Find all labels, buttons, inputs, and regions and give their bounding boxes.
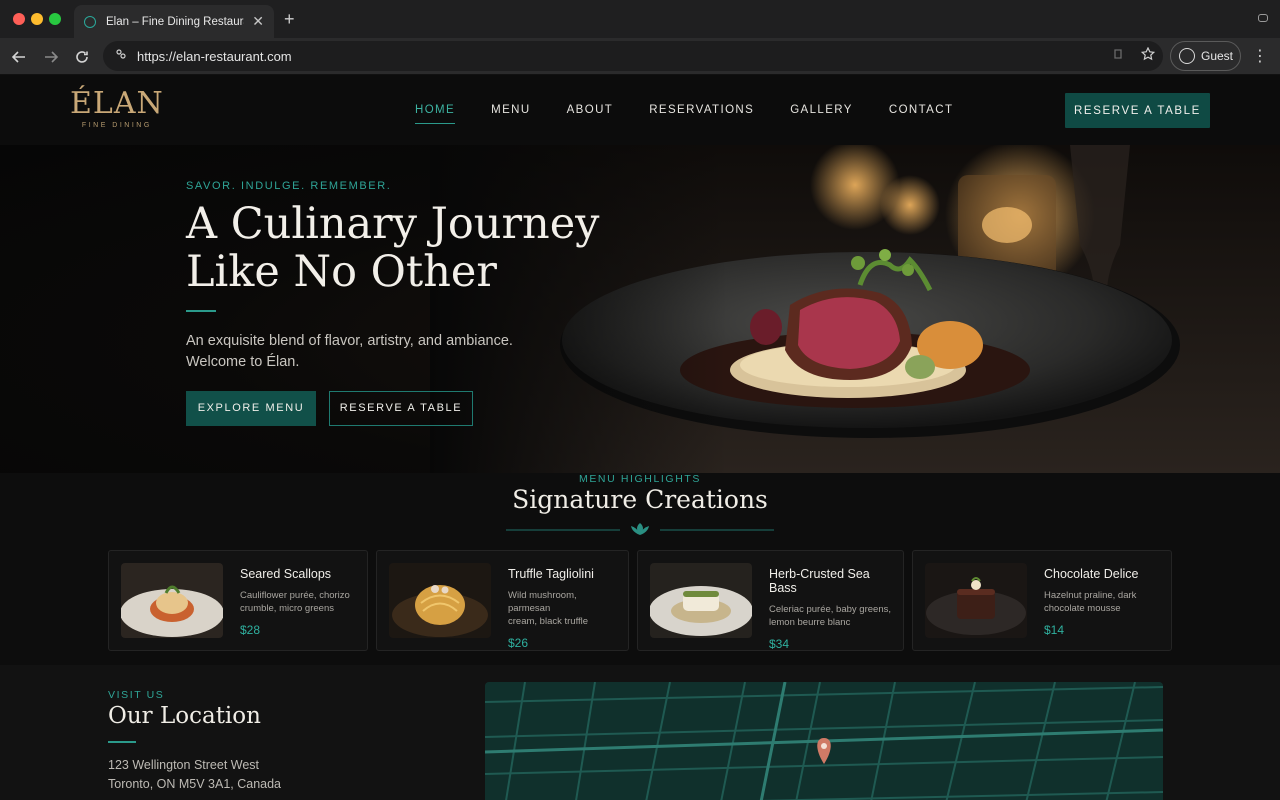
leaf-divider <box>506 523 774 535</box>
tab-search-icon[interactable] <box>1258 14 1268 22</box>
tab-title: Élan – Fine Dining Restaurant <box>106 15 245 28</box>
nav-reservations[interactable]: RESERVATIONS <box>649 104 754 124</box>
hero-title-line-1: A Culinary Journey <box>186 199 600 249</box>
menu-item-description: Cauliflower purée, chorizo crumble, micro… <box>240 590 350 614</box>
nav-gallery[interactable]: GALLERY <box>790 104 853 124</box>
menu-item-price: $28 <box>240 623 261 637</box>
hero-title: A Culinary Journey Like No Other <box>186 200 606 296</box>
main-navigation: HOME MENU ABOUT RESERVATIONS GALLERY CON… <box>415 104 953 124</box>
hero-divider <box>186 310 216 312</box>
explore-menu-button[interactable]: EXPLORE MENU <box>186 390 316 426</box>
profile-label: Guest <box>1201 49 1234 63</box>
omnibox[interactable]: https://elan-restaurant.com <box>103 41 1163 71</box>
website-viewport: ÉLAN FINE DINING HOME MENU ABOUT RESERVA… <box>0 75 1280 800</box>
hero-subtitle: An exquisite blend of flavor, artistry, … <box>186 331 606 373</box>
forward-arrow-icon[interactable] <box>40 46 62 68</box>
location-map[interactable] <box>485 682 1163 800</box>
hero-subtitle-line-1: An exquisite blend of flavor, artistry, … <box>186 332 513 349</box>
logo-tagline: FINE DINING <box>81 122 152 129</box>
close-tab-icon[interactable]: ✕ <box>252 13 264 30</box>
header-reserve-button[interactable]: RESERVE A TABLE <box>1065 93 1210 128</box>
hero-section: SAVOR. INDULGE. REMEMBER. A Culinary Jou… <box>0 145 1280 473</box>
address-line-2: Toronto, ON M5V 3A1, Canada <box>108 777 282 791</box>
site-header: ÉLAN FINE DINING HOME MENU ABOUT RESERVA… <box>0 75 1280 145</box>
hero-eyebrow: SAVOR. INDULGE. REMEMBER. <box>186 180 392 192</box>
site-info-icon[interactable] <box>115 47 127 65</box>
nav-contact[interactable]: CONTACT <box>889 104 954 124</box>
url-text[interactable]: https://elan-restaurant.com <box>137 49 292 64</box>
favicon-icon <box>84 15 96 28</box>
menu-kebab-icon[interactable]: ⋮ <box>1252 46 1268 66</box>
location-title: Our Location <box>108 703 261 729</box>
highlights-title: Signature Creations <box>512 485 768 514</box>
leaf-icon <box>631 523 649 535</box>
hero-subtitle-line-2: Welcome to Élan. <box>186 353 300 370</box>
menu-item-name: Chocolate Delice <box>1044 567 1139 581</box>
menu-item-name: Herb-Crusted Sea Bass <box>769 567 870 595</box>
hero-buttons: EXPLORE MENU RESERVE A TABLE <box>186 390 606 426</box>
menu-highlights-section: MENU HIGHLIGHTS Signature Creations Sear… <box>0 473 1280 665</box>
menu-item-price: $14 <box>1044 623 1065 637</box>
herb-crusted-sea-bass-photo <box>650 563 752 638</box>
address: 123 Wellington Street West Toronto, ON M… <box>108 756 281 794</box>
menu-item-name: Truffle Tagliolini <box>508 567 594 581</box>
minimize-window-button[interactable] <box>31 13 43 25</box>
menu-card-chocolate-delice[interactable]: Chocolate Delice Hazelnut praline, dark c… <box>912 550 1172 651</box>
nav-about[interactable]: ABOUT <box>567 104 614 124</box>
extension-icon[interactable] <box>1111 47 1125 64</box>
menu-card-herb-crusted-sea-bass[interactable]: Herb-Crusted Sea Bass Celeriac purée, ba… <box>637 550 904 651</box>
hero-title-line-2: Like No Other <box>186 247 497 297</box>
menu-item-description: Celeriac purée, baby greens, lemon beurre… <box>769 604 891 628</box>
highlights-eyebrow: MENU HIGHLIGHTS <box>578 473 701 485</box>
bookmark-star-icon[interactable] <box>1140 46 1156 64</box>
seared-scallops-photo <box>121 563 223 638</box>
menu-item-price: $34 <box>769 637 790 651</box>
truffle-tagliolini-photo <box>389 563 491 638</box>
nav-menu[interactable]: MENU <box>491 104 530 124</box>
location-eyebrow: VISIT US <box>108 689 165 701</box>
reload-icon[interactable] <box>71 46 93 68</box>
menu-item-price: $26 <box>508 636 529 650</box>
nav-home[interactable]: HOME <box>415 104 456 124</box>
location-section: VISIT US Our Location 123 Wellington Str… <box>0 665 1280 800</box>
profile-icon <box>1179 48 1195 64</box>
map-streets <box>485 682 1163 800</box>
new-tab-button[interactable]: + <box>284 9 295 30</box>
address-line-1: 123 Wellington Street West <box>108 758 260 772</box>
browser-tab-bar: Élan – Fine Dining Restaurant ✕ + <box>0 0 1280 38</box>
menu-item-description: Hazelnut praline, dark chocolate mousse <box>1044 590 1137 614</box>
maximize-window-button[interactable] <box>49 13 61 25</box>
close-window-button[interactable] <box>13 13 25 25</box>
logo[interactable]: ÉLAN FINE DINING <box>70 86 164 130</box>
chocolate-delice-photo <box>925 563 1027 638</box>
logo-wordmark: ÉLAN <box>70 86 164 121</box>
browser-tab[interactable]: Élan – Fine Dining Restaurant ✕ <box>74 5 274 38</box>
hero-reserve-button[interactable]: RESERVE A TABLE <box>329 390 473 426</box>
back-arrow-icon[interactable] <box>8 46 30 68</box>
menu-item-name: Seared Scallops <box>240 567 332 581</box>
menu-card-truffle-tagliolini[interactable]: Truffle Tagliolini Wild mushroom, parmes… <box>376 550 629 651</box>
hero-copy: SAVOR. INDULGE. REMEMBER. A Culinary Jou… <box>186 180 606 426</box>
profile-button[interactable]: Guest <box>1170 41 1241 71</box>
menu-card-seared-scallops[interactable]: Seared Scallops Cauliflower purée, chori… <box>108 550 368 651</box>
address-bar-row: https://elan-restaurant.com Guest ⋮ <box>0 38 1280 75</box>
location-divider <box>108 741 136 743</box>
menu-cards: Seared Scallops Cauliflower purée, chori… <box>108 550 1172 651</box>
menu-item-description: Wild mushroom, parmesan cream, black truf… <box>508 590 589 627</box>
